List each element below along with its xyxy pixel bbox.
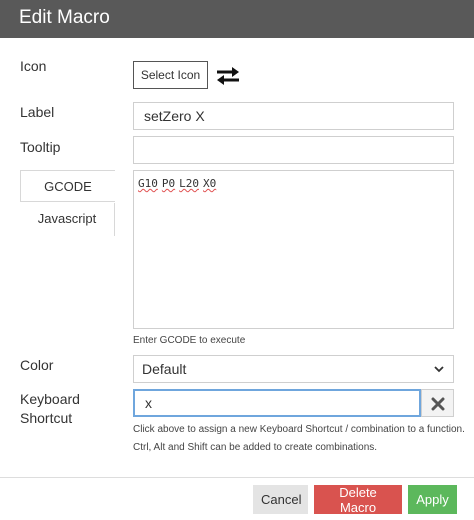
code-token: L20 <box>179 177 199 190</box>
code-token: P0 <box>161 177 176 190</box>
keyboard-shortcut-input[interactable] <box>133 389 421 417</box>
close-icon <box>431 397 445 411</box>
code-token: X0 <box>203 177 217 190</box>
color-select-value: Default <box>142 361 187 377</box>
code-type-tabs: GCODE Javascript <box>20 170 115 236</box>
footer-divider <box>0 477 474 478</box>
tooltip-input[interactable] <box>133 136 454 164</box>
color-label: Color <box>20 357 54 373</box>
shortcut-label-line2: Shortcut <box>20 410 73 426</box>
chevron-down-icon <box>434 366 444 373</box>
select-icon-button[interactable]: Select Icon <box>133 61 208 89</box>
color-select[interactable]: Default <box>133 355 454 383</box>
tab-javascript[interactable]: Javascript <box>20 203 115 236</box>
code-token: G10 <box>138 177 158 190</box>
shortcut-help-line2: Ctrl, Alt and Shift can be added to crea… <box>133 442 378 453</box>
label-label: Label <box>20 104 55 120</box>
delete-macro-button[interactable]: Delete Macro <box>314 485 402 515</box>
tooltip-label: Tooltip <box>20 139 61 155</box>
shortcut-help-line1: Click above to assign a new Keyboard Sho… <box>133 424 465 435</box>
shortcut-label-line1: Keyboard <box>20 391 80 407</box>
icon-label: Icon <box>20 58 47 74</box>
code-help-text: Enter GCODE to execute <box>133 335 246 346</box>
apply-button[interactable]: Apply <box>408 485 457 514</box>
code-editor[interactable]: G10 P0 L20 X0 <box>133 170 454 329</box>
dialog-title: Edit Macro <box>19 7 110 28</box>
dialog-titlebar: Edit Macro <box>0 0 474 38</box>
tab-gcode[interactable]: GCODE <box>20 170 115 202</box>
swap-arrows-icon <box>217 67 239 85</box>
cancel-button[interactable]: Cancel <box>253 485 308 514</box>
label-input[interactable] <box>133 102 454 130</box>
clear-shortcut-button[interactable] <box>421 389 454 417</box>
